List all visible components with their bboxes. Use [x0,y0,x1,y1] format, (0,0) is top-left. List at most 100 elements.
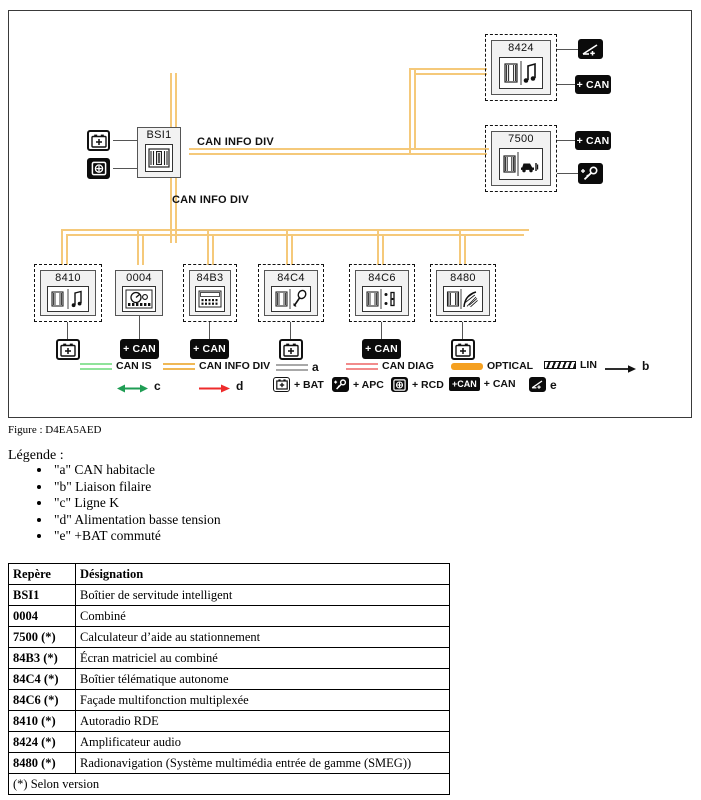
table-row: 0004 Combiné [8,605,450,627]
bsi-module-icon [145,144,173,172]
bus-segment-bsi-right-b [189,153,487,155]
parking-aid-icon [499,148,543,180]
node-8480[interactable]: 8480 [436,270,490,316]
legend-label-can-diag: CAN DIAG [382,360,434,372]
diagram-legend: CAN IS CAN INFO DIV a CAN DIAG OPTICAL L… [8,355,692,410]
table-footer-row: (*) Selon version [8,773,450,795]
table-cell-repere: 84B3 (*) [8,647,76,669]
telematic-unit-icon [271,286,311,312]
c-double-arrow-swatch [116,381,150,393]
legend-item-can: +CAN + CAN [449,377,516,391]
legende-item: "d" Alimentation basse tension [52,512,221,529]
node-bsi1[interactable]: BSI1 [137,127,181,178]
legende-item: "e" +BAT commuté [52,528,221,545]
table-row: 8480 (*) Radionavigation (Système multimé… [8,752,450,774]
table-cell-designation: Boîtier de servitude intelligent [75,584,450,606]
node-84c6-label: 84C6 [368,272,396,284]
reference-table: Repère Désignation BSI1 Boîtier de servit… [8,563,450,795]
legend-item-a: a [276,360,319,374]
rcd-icon [87,158,110,179]
a-line-swatch [276,363,308,371]
wire-bsi-rcd [113,168,138,170]
amplifier-icon [499,57,543,89]
legend-label-c: c [154,379,161,393]
bus-drop-84c4-a [286,229,288,265]
table-cell-repere: 8424 (*) [8,731,76,753]
table-row: BSI1 Boîtier de servitude intelligent [8,584,450,606]
node-8410-label: 8410 [55,272,81,284]
b-arrow-swatch [604,361,638,373]
legend-label-optical: OPTICAL [487,360,534,372]
table-row: 84C4 (*) Boîtier télématique autonome [8,668,450,690]
bus-segment-8424-top-a [409,68,487,70]
lin-swatch [544,361,576,369]
legend-label-can-is: CAN IS [116,360,152,372]
legend-label-can: + CAN [483,378,516,390]
table-footer-note: (*) Selon version [8,773,450,795]
node-0004[interactable]: 0004 [115,270,163,316]
legend-item-bat: + BAT [273,377,324,392]
node-8424[interactable]: 8424 [491,40,551,95]
legende-list: "a" CAN habitacle "b" Liaison filaire "c… [30,462,221,545]
legend-item-can-is: CAN IS [80,360,152,372]
table-cell-designation: Radionavigation (Système multimédia entr… [75,752,450,774]
node-bsi1-label: BSI1 [146,129,172,141]
bus-drop-0004-a [137,229,139,265]
legend-item-c: c [116,379,161,393]
bus-drop-84b3-a [207,229,209,265]
table-row: 84C6 (*) Façade multifonction multiplexée [8,689,450,711]
instrument-cluster-icon [122,286,156,312]
table-cell-designation: Écran matriciel au combiné [75,647,450,669]
bus-drop-84c4-b [291,234,293,265]
table-header-designation: Désignation [75,563,450,585]
legend-item-can-diag: CAN DIAG [346,360,434,372]
legende-item: "b" Liaison filaire [52,479,221,496]
table-header-row: Repère Désignation [8,563,450,585]
node-7500[interactable]: 7500 [491,131,551,186]
bus-drop-84c6-a [377,229,379,265]
car-radio-icon [47,286,89,312]
table-cell-designation: Combiné [75,605,450,627]
table-cell-repere: 84C6 (*) [8,689,76,711]
can-info-div-swatch [163,362,195,370]
node-7500-label: 7500 [508,133,534,145]
bus-drop-84c6-b [382,234,384,265]
radionavigation-icon [443,286,483,312]
bus-label-upper: CAN INFO DIV [197,136,274,148]
table-row: 84B3 (*) Écran matriciel au combiné [8,647,450,669]
table-cell-designation: Autoradio RDE [75,710,450,732]
bus-segment-bsi-right-a [189,148,487,150]
node-8480-label: 8480 [450,272,476,284]
apc-key-icon [578,163,603,184]
bus-drop-8480-b [464,234,466,265]
node-84b3[interactable]: 84B3 [189,270,231,316]
node-84c6[interactable]: 84C6 [355,270,409,316]
bus-drop-8480-a [459,229,461,265]
e-switch-icon-legend [529,377,546,392]
legend-item-d: d [198,379,243,393]
e-switch-icon [578,39,603,59]
bus-drop-8410-b [66,234,68,265]
matrix-display-icon [195,286,225,312]
battery-plus-icon-legend [273,377,290,392]
bus-drop-0004-b [142,234,144,265]
legend-label-d: d [236,379,244,393]
battery-plus-icon [87,130,110,151]
can-tag-swatch: +CAN [449,377,480,391]
can-diag-swatch [346,362,378,370]
legend-item-b: b [604,359,649,373]
rcd-icon-legend [391,377,408,392]
table-cell-repere: 0004 [8,605,76,627]
d-arrow-swatch [198,381,232,393]
table-cell-designation: Calculateur d’aide au stationnement [75,626,450,648]
table-cell-repere: BSI1 [8,584,76,606]
node-8410[interactable]: 8410 [40,270,96,316]
legend-label-bat: + BAT [294,378,324,391]
table-cell-designation: Boîtier télématique autonome [75,668,450,690]
legend-item-rcd: + RCD [391,377,444,392]
table-row: 8424 (*) Amplificateur audio [8,731,450,753]
legende-item: "a" CAN habitacle [52,462,221,479]
table-row: 8410 (*) Autoradio RDE [8,710,450,732]
node-84c4[interactable]: 84C4 [264,270,318,316]
node-84b3-label: 84B3 [196,272,224,284]
